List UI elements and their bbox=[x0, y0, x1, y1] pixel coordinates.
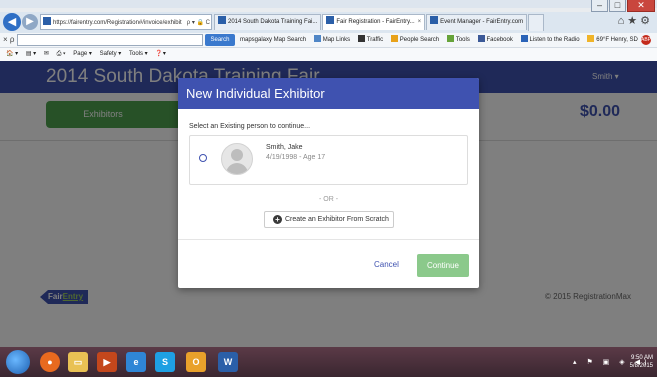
clock[interactable]: 9:50 AM 5/8/2015 bbox=[630, 354, 653, 370]
browser-right-icons: ⌂★⚙ bbox=[618, 14, 653, 27]
new-tab-button[interactable] bbox=[528, 14, 545, 31]
person-radio[interactable] bbox=[199, 154, 207, 162]
print-command-icon[interactable]: ⎙ ▾ bbox=[57, 51, 66, 57]
close-window-button[interactable]: ✕ bbox=[627, 0, 655, 12]
link-weather[interactable]: 69°F Henry, SD bbox=[587, 35, 638, 43]
toolbar-search-button[interactable]: Search bbox=[205, 34, 235, 46]
tab-strip: 2014 South Dakota Training Fai... Fair R… bbox=[214, 14, 545, 31]
skype-icon[interactable]: S bbox=[155, 352, 175, 372]
address-text: https://fairentry.com/Registration#/invo… bbox=[53, 20, 182, 26]
modal-footer-divider bbox=[178, 239, 479, 240]
firefox-icon[interactable]: ● bbox=[40, 352, 60, 372]
link-map-search[interactable]: mapsgalaxy Map Search bbox=[240, 37, 306, 43]
facebook-icon bbox=[477, 35, 485, 42]
file-explorer-icon[interactable]: ▭ bbox=[68, 352, 88, 372]
person-info: 4/19/1998 - Age 17 bbox=[266, 154, 326, 161]
clock-date: 5/8/2015 bbox=[629, 363, 653, 369]
toolbar-links: mapsgalaxy Map Search Map Links Traffic … bbox=[240, 33, 644, 47]
tools-menu[interactable]: Tools ▾ bbox=[129, 51, 148, 57]
or-separator: - OR - bbox=[318, 196, 339, 203]
link-facebook[interactable]: Facebook bbox=[477, 35, 513, 43]
help-icon[interactable]: ❓▾ bbox=[155, 51, 165, 57]
system-tray: ▴ ⚑ ▣ ◈ ◀) 9:50 AM 5/8/2015 bbox=[553, 351, 653, 373]
play-icon bbox=[520, 35, 528, 42]
person-name: Smith, Jake bbox=[266, 144, 303, 151]
command-bar: 🏠 ▾ ▤ ▾ ✉ ⎙ ▾ Page ▾ Safety ▾ Tools ▾ ❓▾ bbox=[0, 48, 657, 61]
internet-explorer-icon[interactable]: e bbox=[126, 352, 146, 372]
modal-instructions: Select an Existing person to continue... bbox=[189, 123, 311, 130]
fairentry-favicon-icon bbox=[326, 16, 335, 24]
maximize-button[interactable]: □ bbox=[609, 0, 626, 12]
avatar-body bbox=[226, 163, 248, 174]
cancel-button[interactable]: Cancel bbox=[374, 260, 399, 269]
plus-circle-icon: + bbox=[273, 215, 282, 224]
word-icon[interactable]: W bbox=[218, 352, 238, 372]
close-toolbar-icon[interactable]: × ρ bbox=[3, 33, 14, 47]
create-button-label: Create an Exhibitor From Scratch bbox=[285, 216, 389, 223]
link-traffic[interactable]: Traffic bbox=[357, 35, 383, 43]
navigation-bar: ◀ ▶ https://fairentry.com/Registration#/… bbox=[0, 12, 657, 34]
media-player-icon[interactable]: ▶ bbox=[97, 352, 117, 372]
new-exhibitor-modal: New Individual Exhibitor Select an Exist… bbox=[178, 78, 479, 288]
feeds-command-icon[interactable]: ▤ ▾ bbox=[26, 51, 36, 57]
window-titlebar bbox=[0, 0, 657, 8]
avatar-head bbox=[231, 149, 243, 161]
home-command-icon[interactable]: 🏠 ▾ bbox=[6, 51, 18, 57]
tab-event-manager[interactable]: Event Manager - FairEntry.com bbox=[426, 14, 528, 30]
tab-training-fair[interactable]: 2014 South Dakota Training Fai... bbox=[214, 14, 322, 30]
safety-menu[interactable]: Safety ▾ bbox=[100, 51, 122, 57]
link-map-links[interactable]: Map Links bbox=[313, 35, 350, 43]
create-from-scratch-button[interactable]: + Create an Exhibitor From Scratch bbox=[264, 211, 394, 228]
fairentry-favicon-icon bbox=[218, 16, 226, 24]
forward-button[interactable]: ▶ bbox=[22, 14, 38, 30]
magnifier-icon bbox=[390, 35, 398, 42]
link-people-search[interactable]: People Search bbox=[390, 35, 439, 43]
address-controls[interactable]: ρ ▾ 🔒 C bbox=[184, 15, 210, 29]
site-favicon-icon bbox=[43, 17, 51, 25]
outlook-icon[interactable]: O bbox=[186, 352, 206, 372]
back-button[interactable]: ◀ bbox=[3, 13, 21, 31]
person-option[interactable]: Smith, Jake 4/19/1998 - Age 17 bbox=[189, 135, 468, 185]
window-controls: – □ ✕ bbox=[590, 0, 655, 12]
gear-icon[interactable]: ⚙ bbox=[640, 15, 653, 27]
clock-time: 9:50 AM bbox=[630, 355, 653, 361]
toolbar-search-input[interactable] bbox=[17, 34, 203, 46]
close-tab-icon[interactable]: × bbox=[418, 19, 422, 25]
mail-command-icon[interactable]: ✉ bbox=[44, 51, 49, 57]
adblock-icon[interactable]: ABP bbox=[641, 35, 651, 45]
avatar-icon bbox=[221, 143, 253, 175]
traffic-light-icon bbox=[357, 35, 365, 42]
windows-taskbar: ● ▭ ▶ e S O W ▴ ⚑ ▣ ◈ ◀) 9:50 AM 5/8/201… bbox=[0, 347, 657, 377]
weather-icon bbox=[587, 35, 595, 42]
address-bar[interactable]: https://fairentry.com/Registration#/invo… bbox=[40, 14, 212, 30]
fairentry-favicon-icon bbox=[430, 16, 439, 24]
minimize-button[interactable]: – bbox=[591, 0, 608, 12]
link-tools[interactable]: Tools bbox=[446, 35, 470, 43]
page-menu[interactable]: Page ▾ bbox=[73, 51, 92, 57]
home-icon[interactable]: ⌂ bbox=[618, 15, 628, 27]
favorites-star-icon[interactable]: ★ bbox=[627, 15, 640, 27]
start-button[interactable] bbox=[6, 350, 30, 374]
map-icon bbox=[313, 35, 321, 42]
tools-icon bbox=[446, 35, 454, 42]
continue-button[interactable]: Continue bbox=[417, 254, 469, 277]
toolbar-search-row: × ρ Search mapsgalaxy Map Search Map Lin… bbox=[0, 33, 657, 48]
modal-title: New Individual Exhibitor bbox=[178, 78, 479, 109]
tab-fair-registration[interactable]: Fair Registration - FairEntry... × bbox=[322, 14, 426, 30]
link-radio[interactable]: Listen to the Radio bbox=[520, 35, 580, 43]
